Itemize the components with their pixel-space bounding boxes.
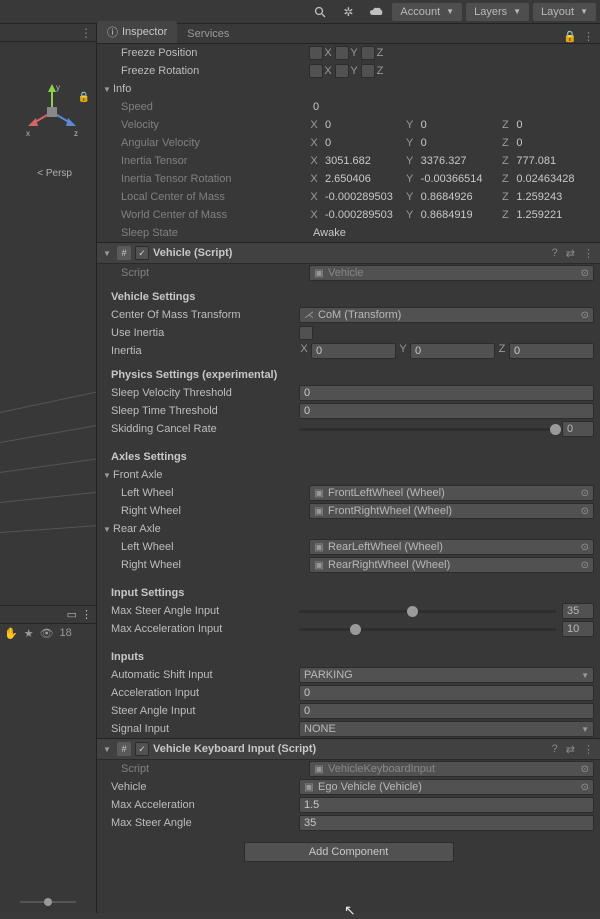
max-steer-slider[interactable] xyxy=(299,610,556,613)
orientation-gizmo[interactable]: y x z xyxy=(22,82,82,142)
scene-grid xyxy=(0,402,96,602)
skidding-slider[interactable] xyxy=(299,428,556,431)
kb-max-accel[interactable]: 1.5 xyxy=(299,797,594,813)
sleep-time-input[interactable]: 0 xyxy=(299,403,594,419)
camera-mode[interactable]: < Persp xyxy=(37,168,72,179)
front-axle-foldout[interactable]: ▼Front Axle xyxy=(97,466,600,484)
accel-input[interactable]: 0 xyxy=(299,685,594,701)
lock-icon[interactable]: 🔒 xyxy=(78,92,90,103)
tab-bar: ⓘInspector Services 🔒 ⋮ xyxy=(97,24,600,44)
tab-services[interactable]: Services xyxy=(177,25,239,43)
rl-wheel-ref[interactable]: ▣RearLeftWheel (Wheel)⊙ xyxy=(309,539,594,555)
fl-wheel-ref[interactable]: ▣FrontLeftWheel (Wheel)⊙ xyxy=(309,485,594,501)
preset-icon[interactable]: ⇄ xyxy=(566,743,575,756)
freeze-position-row: Freeze Position X Y Z xyxy=(97,44,600,62)
scene-column: ⋮ y x z 🔒 < Persp xyxy=(0,24,96,913)
svg-text:z: z xyxy=(74,129,78,138)
sleep-vel-input[interactable]: 0 xyxy=(299,385,594,401)
eye-icon[interactable]: 👁 xyxy=(40,627,54,640)
top-toolbar: ✲ Account ▼ Layers ▼ Layout ▼ xyxy=(0,0,600,24)
light-icon[interactable]: ✲ xyxy=(336,3,360,21)
cloud-icon[interactable] xyxy=(364,3,388,21)
inputs-label: Inputs xyxy=(97,648,600,666)
info-icon: ⓘ xyxy=(107,24,118,40)
kb-script-ref: ▣VehicleKeyboardInput⊙ xyxy=(309,761,594,777)
inertia-y[interactable]: 0 xyxy=(410,343,495,359)
max-accel-slider[interactable] xyxy=(299,628,556,631)
rr-wheel-ref[interactable]: ▣RearRightWheel (Wheel)⊙ xyxy=(309,557,594,573)
chevron-down-icon: ▼ xyxy=(513,7,521,16)
input-settings-label: Input Settings xyxy=(97,584,600,602)
axles-settings-label: Axles Settings xyxy=(97,448,600,466)
script-ref: ▣Vehicle⊙ xyxy=(309,265,594,281)
script-icon: # xyxy=(117,246,131,260)
freeze-rot-y[interactable] xyxy=(335,64,349,78)
inertia-z[interactable]: 0 xyxy=(509,343,594,359)
kebab-icon[interactable]: ⋮ xyxy=(81,608,92,621)
svg-text:x: x xyxy=(26,129,30,138)
star-icon[interactable]: ★ xyxy=(24,627,34,640)
freeze-pos-y[interactable] xyxy=(335,46,349,60)
script-icon: # xyxy=(117,742,131,756)
lock-icon[interactable]: 🔒 xyxy=(563,30,577,43)
preset-icon[interactable]: ⇄ xyxy=(566,247,575,260)
rear-axle-foldout[interactable]: ▼Rear Axle xyxy=(97,520,600,538)
project-panel: ✋ ★ 👁 18 xyxy=(0,623,96,913)
chevron-down-icon: ▼ xyxy=(580,7,588,16)
enabled-checkbox[interactable]: ✓ xyxy=(135,246,149,260)
sleep-state-value: Awake xyxy=(309,227,594,239)
hand-icon[interactable]: ✋ xyxy=(4,627,18,640)
com-ref[interactable]: ⋌CoM (Transform)⊙ xyxy=(299,307,594,323)
help-icon[interactable]: ? xyxy=(552,247,558,260)
add-component-button[interactable]: Add Component xyxy=(244,842,454,862)
vehicle-settings-label: Vehicle Settings xyxy=(97,288,600,306)
kebab-icon[interactable]: ⋮ xyxy=(583,30,594,43)
layers-label: Layers xyxy=(474,6,507,18)
kebab-icon[interactable]: ⋮ xyxy=(583,743,594,756)
signal-select[interactable]: NONE▼ xyxy=(299,721,594,737)
kebab-icon[interactable]: ⋮ xyxy=(583,247,594,260)
enabled-checkbox[interactable]: ✓ xyxy=(135,742,149,756)
layers-dropdown[interactable]: Layers ▼ xyxy=(466,3,529,21)
steer-input[interactable]: 0 xyxy=(299,703,594,719)
freeze-rot-x[interactable] xyxy=(309,64,323,78)
freeze-pos-z[interactable] xyxy=(361,46,375,60)
dock-icon[interactable]: ▭ xyxy=(67,608,77,621)
scene-toolbar: ▭ ⋮ xyxy=(0,605,96,623)
vehicle-component-header[interactable]: ▼ # ✓ Vehicle (Script) ?⇄⋮ xyxy=(97,242,600,264)
freeze-rotation-row: Freeze Rotation X Y Z xyxy=(97,62,600,80)
chevron-down-icon: ▼ xyxy=(446,7,454,16)
zoom-slider[interactable] xyxy=(20,897,76,907)
freeze-pos-x[interactable] xyxy=(309,46,323,60)
freeze-rot-z[interactable] xyxy=(361,64,375,78)
kebab-icon[interactable]: ⋮ xyxy=(80,26,92,40)
scene-view[interactable]: y x z 🔒 < Persp xyxy=(0,42,96,605)
search-icon[interactable] xyxy=(308,3,332,21)
visibility-count: 18 xyxy=(60,627,72,639)
tab-inspector[interactable]: ⓘInspector xyxy=(97,21,177,43)
help-icon[interactable]: ? xyxy=(552,743,558,756)
speed-value: 0 xyxy=(309,101,594,113)
layout-dropdown[interactable]: Layout ▼ xyxy=(533,3,596,21)
account-dropdown[interactable]: Account ▼ xyxy=(392,3,462,21)
auto-shift-select[interactable]: PARKING▼ xyxy=(299,667,594,683)
kb-vehicle-ref[interactable]: ▣Ego Vehicle (Vehicle)⊙ xyxy=(299,779,594,795)
keyboard-component-header[interactable]: ▼ # ✓ Vehicle Keyboard Input (Script) ?⇄… xyxy=(97,738,600,760)
account-label: Account xyxy=(400,6,440,18)
inspector-column: ⓘInspector Services 🔒 ⋮ Freeze Position X… xyxy=(96,24,600,913)
inertia-x[interactable]: 0 xyxy=(311,343,396,359)
svg-text:y: y xyxy=(56,83,60,92)
scene-header: ⋮ xyxy=(0,24,96,42)
fr-wheel-ref[interactable]: ▣FrontRightWheel (Wheel)⊙ xyxy=(309,503,594,519)
kb-max-steer[interactable]: 35 xyxy=(299,815,594,831)
layout-label: Layout xyxy=(541,6,574,18)
physics-settings-label: Physics Settings (experimental) xyxy=(97,366,600,384)
info-foldout[interactable]: ▼Info xyxy=(97,80,600,98)
use-inertia-checkbox[interactable] xyxy=(299,326,313,340)
